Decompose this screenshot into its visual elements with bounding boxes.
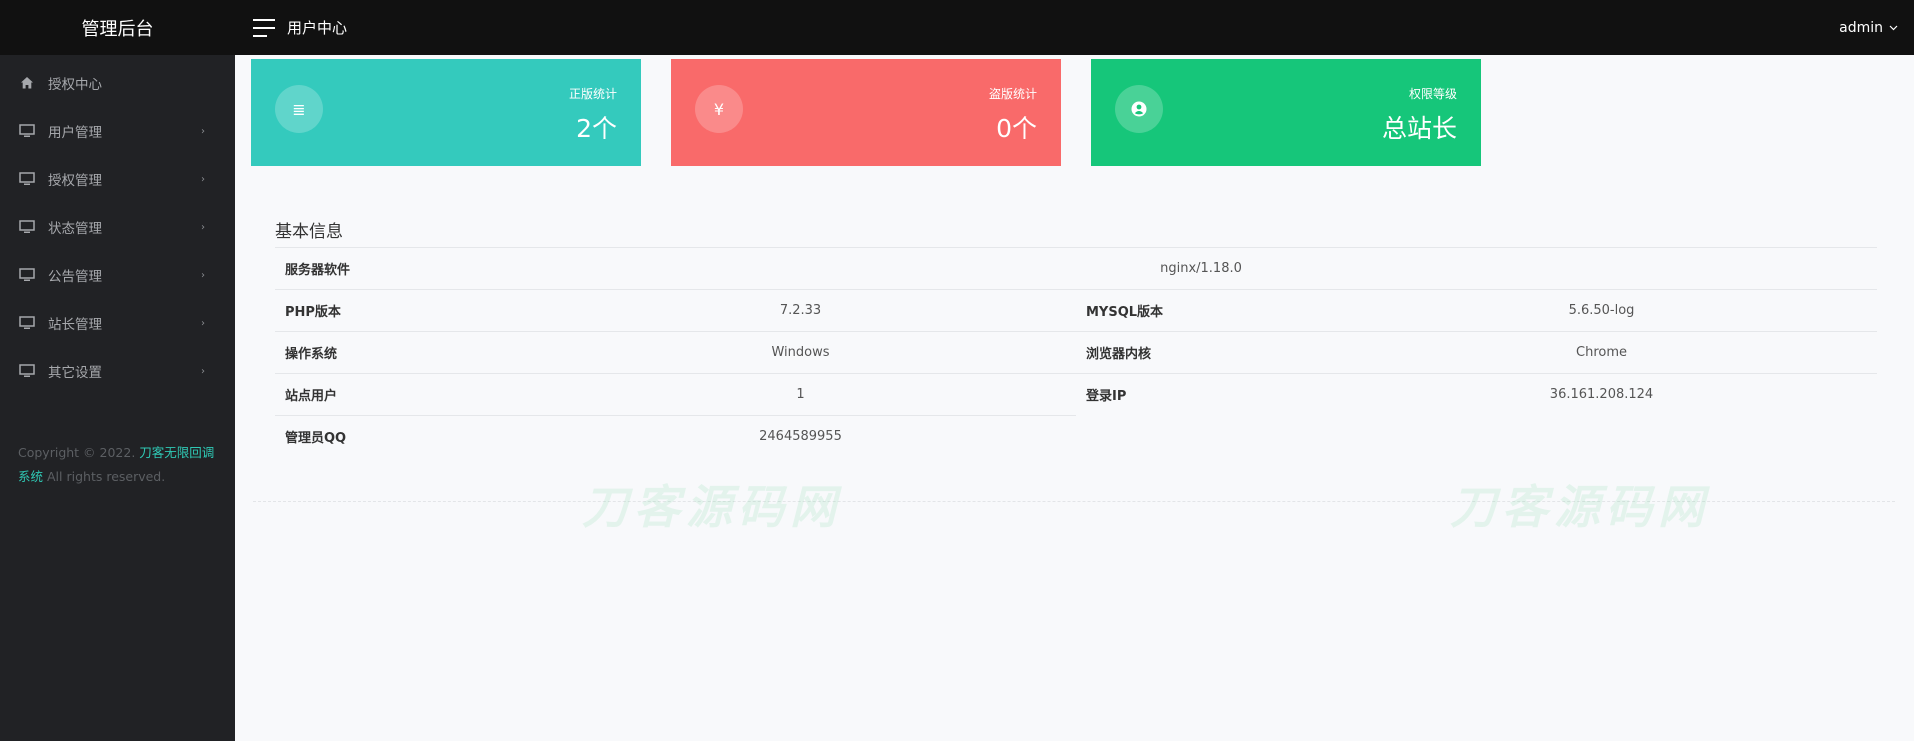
sidebar-item-label: 站长管理 bbox=[48, 317, 102, 333]
watermark: 刀客源码网 bbox=[1450, 480, 1710, 534]
list-icon: ≣ bbox=[275, 85, 323, 133]
sidebar-item-label: 授权管理 bbox=[48, 173, 102, 189]
sidebar-item-auth-center[interactable]: 授权中心 bbox=[0, 59, 235, 107]
sidebar-item-user-management[interactable]: 用户管理 › bbox=[0, 107, 235, 155]
copyright: Copyright © 2022. 刀客无限回调系统 All rights re… bbox=[18, 441, 218, 489]
info-label: MYSQL版本 bbox=[1086, 305, 1164, 320]
info-table: 服务器软件 nginx/1.18.0 PHP版本 7.2.33 MYSQL版本 … bbox=[275, 247, 1877, 457]
sidebar-item-license-management[interactable]: 授权管理 › bbox=[0, 155, 235, 203]
sidebar-item-label: 其它设置 bbox=[48, 365, 102, 381]
info-value: 7.2.33 bbox=[779, 303, 822, 318]
info-label: 站点用户 bbox=[285, 389, 338, 404]
chevron-right-icon: › bbox=[201, 365, 205, 377]
chevron-right-icon: › bbox=[201, 269, 205, 281]
stat-value: 总站长 bbox=[1381, 114, 1457, 143]
user-circle-icon bbox=[1115, 85, 1163, 133]
stat-card-pirated: ¥ 盗版统计 0个 bbox=[671, 59, 1061, 166]
monitor-icon bbox=[18, 266, 36, 284]
sidebar-item-label: 用户管理 bbox=[48, 125, 102, 141]
monitor-icon bbox=[18, 170, 36, 188]
sidebar-item-status-management[interactable]: 状态管理 › bbox=[0, 203, 235, 251]
info-value: 2464589955 bbox=[759, 428, 842, 444]
home-icon bbox=[18, 74, 36, 92]
table-row: 管理员QQ 2464589955 bbox=[275, 415, 1877, 457]
main-content: ≣ 正版统计 2个 ¥ 盗版统计 0个 权限等级 总站长 基本信息 服务器软件 … bbox=[235, 55, 1914, 741]
chevron-right-icon: › bbox=[201, 221, 205, 233]
stat-value: 2个 bbox=[576, 114, 617, 143]
chevron-right-icon: › bbox=[201, 173, 205, 185]
brand-title: 管理后台 bbox=[0, 0, 235, 55]
info-label: PHP版本 bbox=[285, 305, 341, 320]
stat-label: 权限等级 bbox=[1408, 87, 1457, 101]
sidebar-item-label: 授权中心 bbox=[48, 77, 102, 93]
sidebar-nav: 授权中心 用户管理 › 授权管理 › 状态管理 › 公告管理 › 站长管理 › … bbox=[0, 55, 235, 395]
sidebar-item-label: 状态管理 bbox=[48, 221, 102, 237]
stat-card-genuine: ≣ 正版统计 2个 bbox=[251, 59, 641, 166]
stat-value: 0个 bbox=[996, 114, 1037, 143]
monitor-icon bbox=[18, 362, 36, 380]
info-value: nginx/1.18.0 bbox=[1160, 261, 1242, 276]
copyright-prefix: Copyright © 2022. bbox=[18, 445, 136, 460]
copyright-suffix: All rights reserved. bbox=[47, 469, 166, 484]
info-label: 浏览器内核 bbox=[1086, 347, 1152, 362]
sidebar: 管理后台 授权中心 用户管理 › 授权管理 › 状态管理 › 公告管理 › 站长… bbox=[0, 0, 235, 741]
info-value: Chrome bbox=[1576, 345, 1627, 360]
chevron-right-icon: › bbox=[201, 317, 205, 329]
user-menu[interactable]: admin bbox=[1839, 20, 1898, 36]
table-row: 站点用户 1 登录IP 36.161.208.124 bbox=[275, 373, 1877, 415]
chevron-down-icon bbox=[1889, 25, 1898, 30]
stat-label: 盗版统计 bbox=[988, 87, 1037, 101]
sidebar-item-other-settings[interactable]: 其它设置 › bbox=[0, 347, 235, 395]
sidebar-item-label: 公告管理 bbox=[48, 269, 102, 285]
info-value: 36.161.208.124 bbox=[1549, 387, 1654, 402]
username: admin bbox=[1839, 19, 1883, 36]
stat-label: 正版统计 bbox=[568, 87, 617, 101]
table-row: PHP版本 7.2.33 MYSQL版本 5.6.50-log bbox=[275, 289, 1877, 331]
sidebar-item-notice-management[interactable]: 公告管理 › bbox=[0, 251, 235, 299]
table-row: 服务器软件 nginx/1.18.0 bbox=[275, 247, 1877, 289]
monitor-icon bbox=[18, 218, 36, 236]
stat-card-permission: 权限等级 总站长 bbox=[1091, 59, 1481, 166]
info-value: 1 bbox=[796, 387, 805, 402]
table-row: 操作系统 Windows 浏览器内核 Chrome bbox=[275, 331, 1877, 373]
sidebar-item-admin-management[interactable]: 站长管理 › bbox=[0, 299, 235, 347]
info-value: 5.6.50-log bbox=[1568, 303, 1635, 318]
section-title: 基本信息 bbox=[275, 222, 343, 242]
chevron-right-icon: › bbox=[201, 125, 205, 137]
info-label: 服务器软件 bbox=[285, 263, 351, 278]
monitor-icon bbox=[18, 122, 36, 140]
yen-icon: ¥ bbox=[695, 85, 743, 133]
monitor-icon bbox=[18, 314, 36, 332]
info-label: 操作系统 bbox=[285, 347, 338, 362]
info-label: 登录IP bbox=[1086, 389, 1127, 404]
watermark: 刀客源码网 bbox=[582, 480, 842, 534]
info-value: Windows bbox=[771, 345, 830, 360]
info-label: 管理员QQ bbox=[285, 430, 347, 446]
menu-toggle-icon[interactable] bbox=[253, 18, 275, 37]
page-title: 用户中心 bbox=[287, 19, 348, 37]
top-navbar: 用户中心 admin bbox=[235, 0, 1914, 55]
